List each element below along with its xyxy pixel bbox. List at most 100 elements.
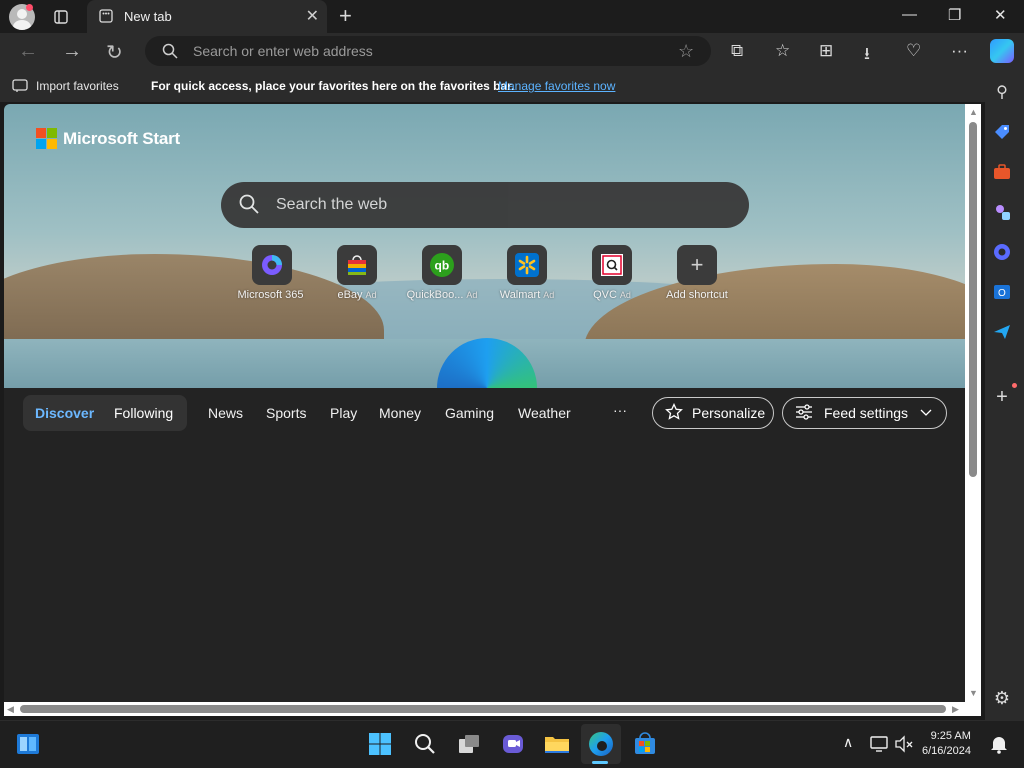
feed-link-weather[interactable]: Weather (518, 405, 571, 421)
feed-link-money[interactable]: Money (379, 405, 421, 421)
search-icon (239, 194, 259, 219)
collections-icon[interactable]: ⊞ (819, 41, 833, 61)
shortcut-label: Add shortcut (666, 289, 728, 301)
shortcut-quickbooks[interactable]: qb QuickBoo... Ad (397, 245, 487, 301)
shortcut-label: QuickBoo... (406, 289, 464, 301)
scroll-right-icon[interactable]: ▶ (952, 704, 959, 715)
copilot-icon[interactable] (990, 39, 1014, 63)
address-placeholder: Search or enter web address (193, 43, 373, 59)
feed-link-gaming[interactable]: Gaming (445, 405, 494, 421)
vertical-tabs-icon[interactable] (48, 4, 74, 30)
shortcut-microsoft-365[interactable]: Microsoft 365 (227, 245, 317, 301)
microsoft-start-brand[interactable]: Microsoft Start (36, 128, 180, 149)
personalize-label: Personalize (692, 405, 766, 421)
feed-link-play[interactable]: Play (330, 405, 357, 421)
tab-following[interactable]: Following (114, 405, 173, 421)
search-icon (162, 43, 178, 64)
ad-badge: Ad (619, 290, 631, 300)
volume-muted-icon[interactable] (891, 731, 917, 757)
personalize-icon (665, 402, 683, 424)
feed-settings-label: Feed settings (824, 405, 909, 421)
tab-title: New tab (124, 9, 172, 24)
shortcut-walmart[interactable]: Walmart Ad (482, 245, 572, 301)
tab-discover[interactable]: Discover (35, 405, 94, 421)
shopping-tag-icon[interactable] (990, 120, 1014, 144)
favorites-bar-message: For quick access, place your favorites h… (151, 79, 515, 93)
notifications-bell-icon[interactable] (986, 731, 1012, 757)
scroll-up-icon[interactable]: ▲ (969, 107, 978, 117)
new-tab-button[interactable]: + (339, 3, 352, 29)
refresh-button[interactable]: ↻ (106, 40, 123, 65)
favorites-icon[interactable]: ☆ (775, 41, 790, 61)
more-links-button[interactable]: ··· (613, 402, 627, 418)
clock[interactable]: 9:25 AM 6/16/2024 (922, 729, 971, 759)
new-tab-page-icon (99, 9, 113, 28)
horizontal-scroll-thumb[interactable] (20, 705, 946, 713)
shortcut-label: QVC (593, 289, 617, 301)
close-tab-icon[interactable]: ✕ (306, 6, 319, 26)
minimize-button[interactable]: — (902, 6, 917, 23)
downloads-icon[interactable]: ⭳ (864, 41, 870, 70)
personalize-button[interactable]: Personalize (652, 397, 774, 429)
new-tab-page: Microsoft Start Search the web Microsoft… (4, 104, 965, 702)
vertical-scroll-thumb[interactable] (969, 122, 977, 477)
more-options-icon[interactable]: ··· (951, 41, 968, 61)
import-favorites-button[interactable]: Import favorites (36, 79, 119, 93)
shortcut-ebay[interactable]: eBay Ad (312, 245, 402, 301)
forward-button[interactable]: → (62, 40, 82, 63)
horizontal-scrollbar[interactable]: ◀ ▶ (4, 702, 981, 716)
clock-time: 9:25 AM (930, 730, 971, 742)
microsoft-365-icon (252, 245, 292, 285)
teams-chat-icon[interactable] (500, 731, 526, 757)
back-button[interactable]: ← (18, 40, 38, 63)
notification-dot (26, 4, 33, 11)
send-icon[interactable] (990, 320, 1014, 344)
add-shortcut-button[interactable]: + Add shortcut (652, 245, 742, 301)
favorite-star-icon[interactable]: ☆ (678, 41, 694, 62)
add-sidebar-app-icon[interactable]: + (990, 385, 1014, 409)
walmart-spark-icon (507, 245, 547, 285)
outlook-icon[interactable]: O (990, 280, 1014, 304)
file-explorer-icon[interactable] (544, 731, 570, 757)
browser-essentials-icon[interactable]: ♡ (906, 41, 921, 61)
scroll-left-icon[interactable]: ◀ (7, 704, 14, 715)
shortcut-qvc[interactable]: QVC Ad (567, 245, 657, 301)
ad-badge: Ad (466, 290, 478, 300)
scroll-down-icon[interactable]: ▼ (969, 688, 978, 698)
address-bar[interactable]: Search or enter web address ☆ (145, 36, 711, 66)
svg-text:O: O (998, 288, 1006, 299)
close-window-button[interactable]: ✕ (994, 6, 1007, 24)
feed-settings-button[interactable]: Feed settings (782, 397, 947, 429)
manage-favorites-link[interactable]: Manage favorites now (498, 79, 615, 93)
tools-briefcase-icon[interactable] (990, 160, 1014, 184)
split-screen-icon[interactable]: ⧉ (731, 41, 743, 61)
tab-new-tab[interactable]: New tab ✕ (87, 0, 327, 33)
plus-icon: + (677, 245, 717, 285)
vertical-scrollbar[interactable]: ▲ ▼ (965, 104, 981, 702)
network-icon[interactable] (866, 731, 892, 757)
web-search-box[interactable]: Search the web (221, 182, 749, 228)
brand-text: Microsoft Start (63, 128, 180, 148)
ebay-bag-icon (337, 245, 377, 285)
sidebar-settings-icon[interactable]: ⚙ (990, 686, 1014, 710)
sidebar-search-icon[interactable]: ⚲ (990, 80, 1014, 104)
taskbar-search-icon[interactable] (412, 731, 438, 757)
feed-link-news[interactable]: News (208, 405, 243, 421)
quickbooks-icon: qb (422, 245, 462, 285)
task-view-icon[interactable] (456, 731, 482, 757)
edge-browser-icon[interactable] (588, 731, 614, 757)
games-icon[interactable] (990, 200, 1014, 224)
restore-button[interactable]: ❐ (948, 6, 961, 24)
hero-background: Microsoft Start Search the web Microsoft… (4, 104, 965, 388)
copilot-sidebar-icon[interactable] (990, 240, 1014, 264)
svg-text:qb: qb (435, 259, 450, 273)
shortcut-label: Microsoft 365 (237, 289, 304, 301)
microsoft-logo-icon (36, 128, 57, 149)
chevron-down-icon (920, 406, 932, 420)
microsoft-store-icon[interactable] (632, 731, 658, 757)
show-hidden-icons-chevron-up-icon[interactable]: ∧ (843, 734, 853, 751)
start-windows-icon[interactable] (367, 731, 393, 757)
widgets-icon[interactable] (15, 731, 41, 757)
feed-link-sports[interactable]: Sports (266, 405, 306, 421)
import-favorites-icon[interactable] (12, 77, 28, 98)
